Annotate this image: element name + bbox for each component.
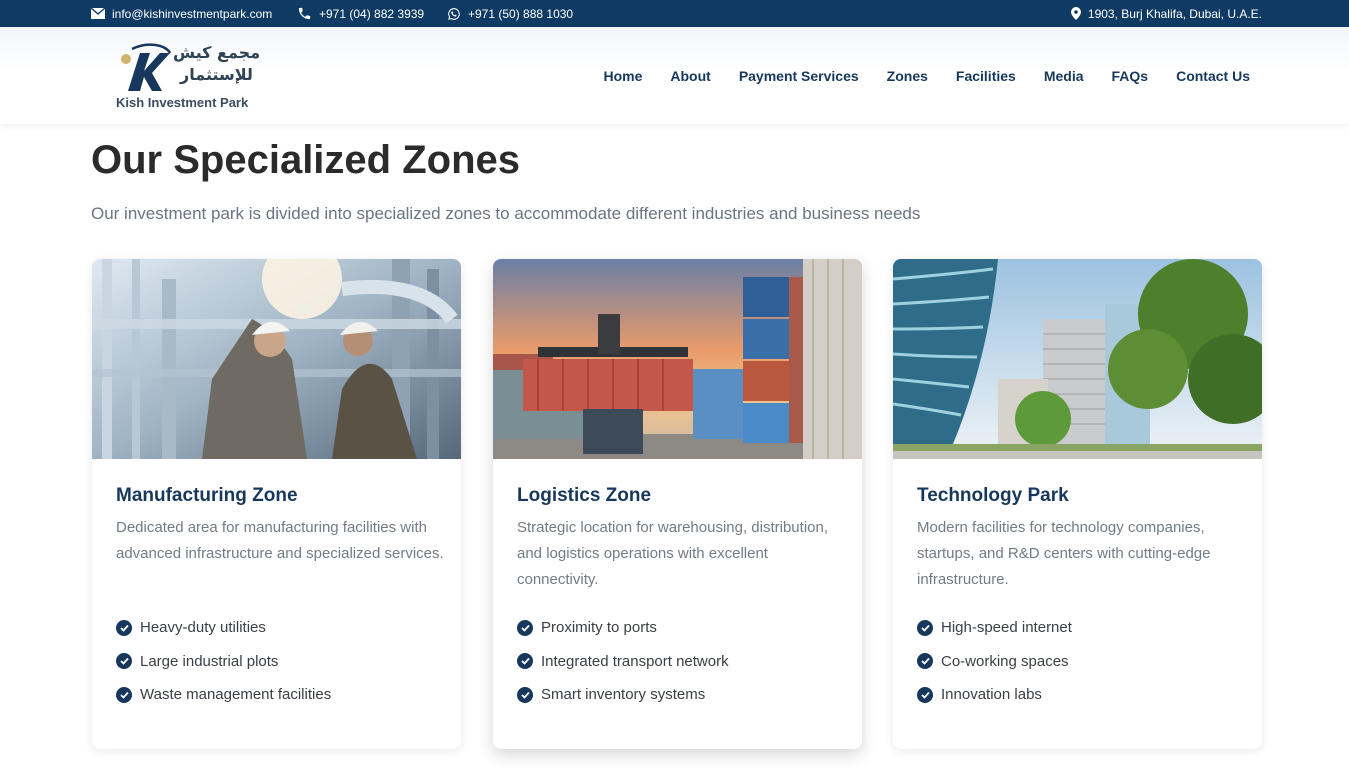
feature-text: Smart inventory systems — [541, 686, 706, 704]
nav-media[interactable]: Media — [1044, 68, 1084, 84]
feature-item: Co-working spaces — [917, 645, 1072, 679]
check-circle-icon — [917, 686, 933, 703]
main-nav: Home About Payment Services Zones Facili… — [603, 27, 1250, 124]
feature-text: Proximity to ports — [541, 619, 657, 637]
logo-english-text: Kish Investment Park — [116, 95, 249, 110]
zone-title: Manufacturing Zone — [116, 485, 298, 506]
feature-text: Innovation labs — [941, 686, 1042, 704]
feature-item: Large industrial plots — [116, 645, 331, 679]
feature-text: High-speed internet — [941, 619, 1072, 637]
zone-features: Heavy-duty utilities Large industrial pl… — [116, 611, 331, 712]
nav-payment-services[interactable]: Payment Services — [739, 68, 859, 84]
logo[interactable]: مجمع كيش للإستثمار Kish Investment Park — [116, 43, 266, 113]
section-title: Our Specialized Zones — [91, 138, 521, 182]
zone-title: Technology Park — [917, 485, 1069, 506]
top-contact-bar: info@kishinvestmentpark.com +971 (04) 88… — [0, 0, 1349, 27]
feature-text: Heavy-duty utilities — [140, 619, 266, 637]
nav-faqs[interactable]: FAQs — [1112, 68, 1149, 84]
check-circle-icon — [517, 653, 533, 670]
check-circle-icon — [517, 686, 533, 703]
feature-item: Integrated transport network — [517, 645, 729, 679]
address: 1903, Burj Khalifa, Dubai, U.A.E. — [1070, 0, 1262, 27]
feature-item: Heavy-duty utilities — [116, 611, 331, 645]
manufacturing-zone-image — [92, 259, 461, 459]
check-circle-icon — [917, 619, 933, 636]
zone-features: Proximity to ports Integrated transport … — [517, 611, 729, 712]
whatsapp-link[interactable]: +971 (50) 888 1030 — [447, 0, 573, 27]
phone-icon — [298, 7, 311, 20]
envelope-icon — [91, 8, 105, 19]
zone-features: High-speed internet Co-working spaces In… — [917, 611, 1072, 712]
feature-item: Waste management facilities — [116, 678, 331, 712]
zone-description: Modern facilities for technology compani… — [917, 519, 1211, 588]
check-circle-icon — [917, 653, 933, 670]
logistics-zone-image — [493, 259, 862, 459]
logo-arabic-line2: للإستثمار — [180, 65, 253, 84]
address-text: 1903, Burj Khalifa, Dubai, U.A.E. — [1087, 6, 1262, 21]
map-pin-icon — [1070, 7, 1081, 20]
zone-title: Logistics Zone — [517, 485, 652, 506]
zone-card-technology[interactable]: Technology Park Modern facilities for te… — [893, 259, 1262, 749]
check-circle-icon — [517, 619, 533, 636]
email-text: info@kishinvestmentpark.com — [112, 6, 273, 21]
site-header: مجمع كيش للإستثمار Kish Investment Park … — [0, 27, 1349, 124]
whatsapp-icon — [448, 7, 460, 20]
nav-home[interactable]: Home — [603, 68, 642, 84]
check-circle-icon — [116, 653, 132, 670]
check-circle-icon — [116, 686, 132, 703]
email-link[interactable]: info@kishinvestmentpark.com — [91, 0, 272, 27]
check-circle-icon — [116, 619, 132, 636]
nav-zones[interactable]: Zones — [887, 68, 928, 84]
phone-link[interactable]: +971 (04) 882 3939 — [297, 0, 424, 27]
technology-park-image — [893, 259, 1262, 459]
feature-text: Waste management facilities — [140, 686, 332, 704]
phone-text: +971 (04) 882 3939 — [319, 6, 425, 21]
feature-item: High-speed internet — [917, 611, 1072, 645]
zone-card-logistics[interactable]: Logistics Zone Strategic location for wa… — [493, 259, 862, 749]
feature-text: Co-working spaces — [941, 652, 1069, 670]
nav-about[interactable]: About — [670, 68, 710, 84]
feature-item: Smart inventory systems — [517, 678, 729, 712]
logo-mark-icon — [121, 43, 172, 91]
zone-card-manufacturing[interactable]: Manufacturing Zone Dedicated area for ma… — [92, 259, 461, 749]
whatsapp-text: +971 (50) 888 1030 — [468, 6, 574, 21]
feature-item: Innovation labs — [917, 678, 1072, 712]
section-subtitle: Our investment park is divided into spec… — [91, 204, 921, 223]
zone-description: Strategic location for warehousing, dist… — [517, 519, 829, 588]
nav-contact-us[interactable]: Contact Us — [1176, 68, 1250, 84]
feature-text: Integrated transport network — [541, 652, 729, 670]
zone-description: Dedicated area for manufacturing facilit… — [116, 519, 444, 562]
feature-text: Large industrial plots — [140, 652, 279, 670]
feature-item: Proximity to ports — [517, 611, 729, 645]
nav-facilities[interactable]: Facilities — [956, 68, 1016, 84]
logo-arabic-line1: مجمع كيش — [173, 43, 261, 62]
